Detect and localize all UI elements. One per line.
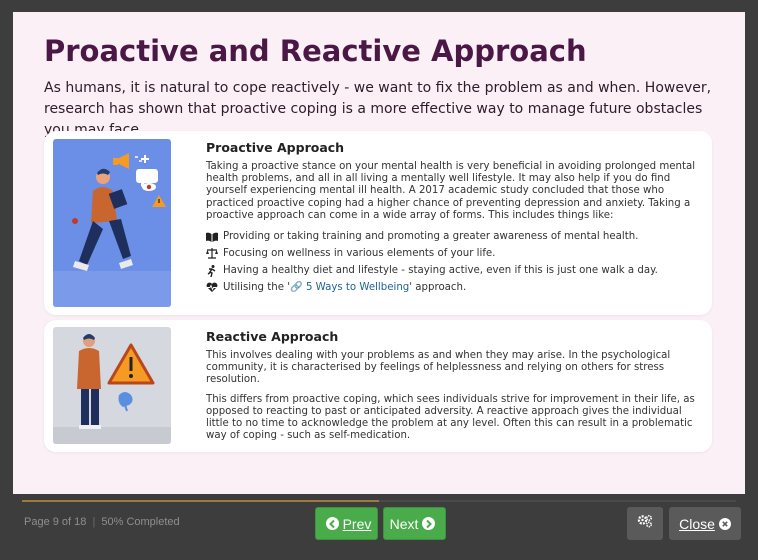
list-item: Utilising the ' 🔗 5 Ways to Wellbeing ' …	[206, 279, 701, 296]
book-icon	[206, 231, 218, 243]
reactive-illustration	[53, 327, 171, 444]
page-title: Proactive and Reactive Approach	[44, 34, 587, 68]
wellbeing-link[interactable]: 🔗 5 Ways to Wellbeing	[290, 279, 409, 296]
proactive-body: Proactive Approach Taking a proactive st…	[206, 140, 701, 296]
list-item: Having a healthy diet and lifestyle - st…	[206, 262, 701, 279]
close-icon	[718, 517, 731, 530]
completion-indicator: 50% Completed	[101, 516, 180, 528]
heartbeat-icon	[206, 282, 218, 294]
next-label: Next	[389, 515, 419, 532]
bullet-text: Having a healthy diet and lifestyle - st…	[223, 265, 658, 277]
proactive-bullet-list: Providing or taking training and promoti…	[206, 228, 701, 296]
running-icon	[206, 264, 218, 277]
proactive-text: Taking a proactive stance on your mental…	[206, 161, 696, 221]
close-button[interactable]: Close	[669, 507, 741, 540]
prev-label: Prev	[342, 515, 372, 532]
reactive-text-2: This differs from proactive coping, whic…	[206, 393, 695, 442]
wellbeing-link-label: 5 Ways to Wellbeing	[305, 282, 410, 294]
reactive-title: Reactive Approach	[206, 329, 339, 344]
balance-scale-icon	[206, 248, 218, 260]
proactive-illustration	[53, 139, 171, 307]
progress-bar	[22, 500, 379, 502]
reactive-text-1: This involves dealing with your problems…	[206, 350, 671, 386]
prev-button[interactable]: Prev	[315, 507, 378, 540]
slide-content: Proactive and Reactive Approach As human…	[13, 12, 745, 494]
bullet-text: Providing or taking training and promoti…	[223, 231, 639, 243]
bullet-text-prefix: Utilising the '	[223, 282, 290, 294]
bullet-text-suffix: ' approach.	[409, 282, 467, 294]
bullet-text: Focusing on wellness in various elements…	[223, 248, 496, 260]
reactive-card: Reactive Approach This involves dealing …	[44, 320, 712, 452]
next-button[interactable]: Next	[383, 507, 446, 540]
chevron-right-icon	[422, 517, 436, 530]
list-item: Providing or taking training and promoti…	[206, 228, 701, 245]
proactive-title: Proactive Approach	[206, 140, 345, 155]
status-separator: |	[92, 516, 96, 528]
reactive-body: Reactive Approach This involves dealing …	[206, 329, 701, 442]
close-label: Close	[679, 515, 715, 532]
list-item: Focusing on wellness in various elements…	[206, 245, 701, 262]
gears-icon	[637, 514, 653, 533]
proactive-card: Proactive Approach Taking a proactive st…	[44, 131, 712, 315]
settings-button[interactable]	[627, 507, 663, 540]
page-indicator: Page 9 of 18	[24, 516, 87, 528]
chevron-left-icon	[325, 517, 339, 530]
status-text: Page 9 of 18 | 50% Completed	[24, 516, 180, 528]
link-icon: 🔗	[290, 282, 303, 294]
